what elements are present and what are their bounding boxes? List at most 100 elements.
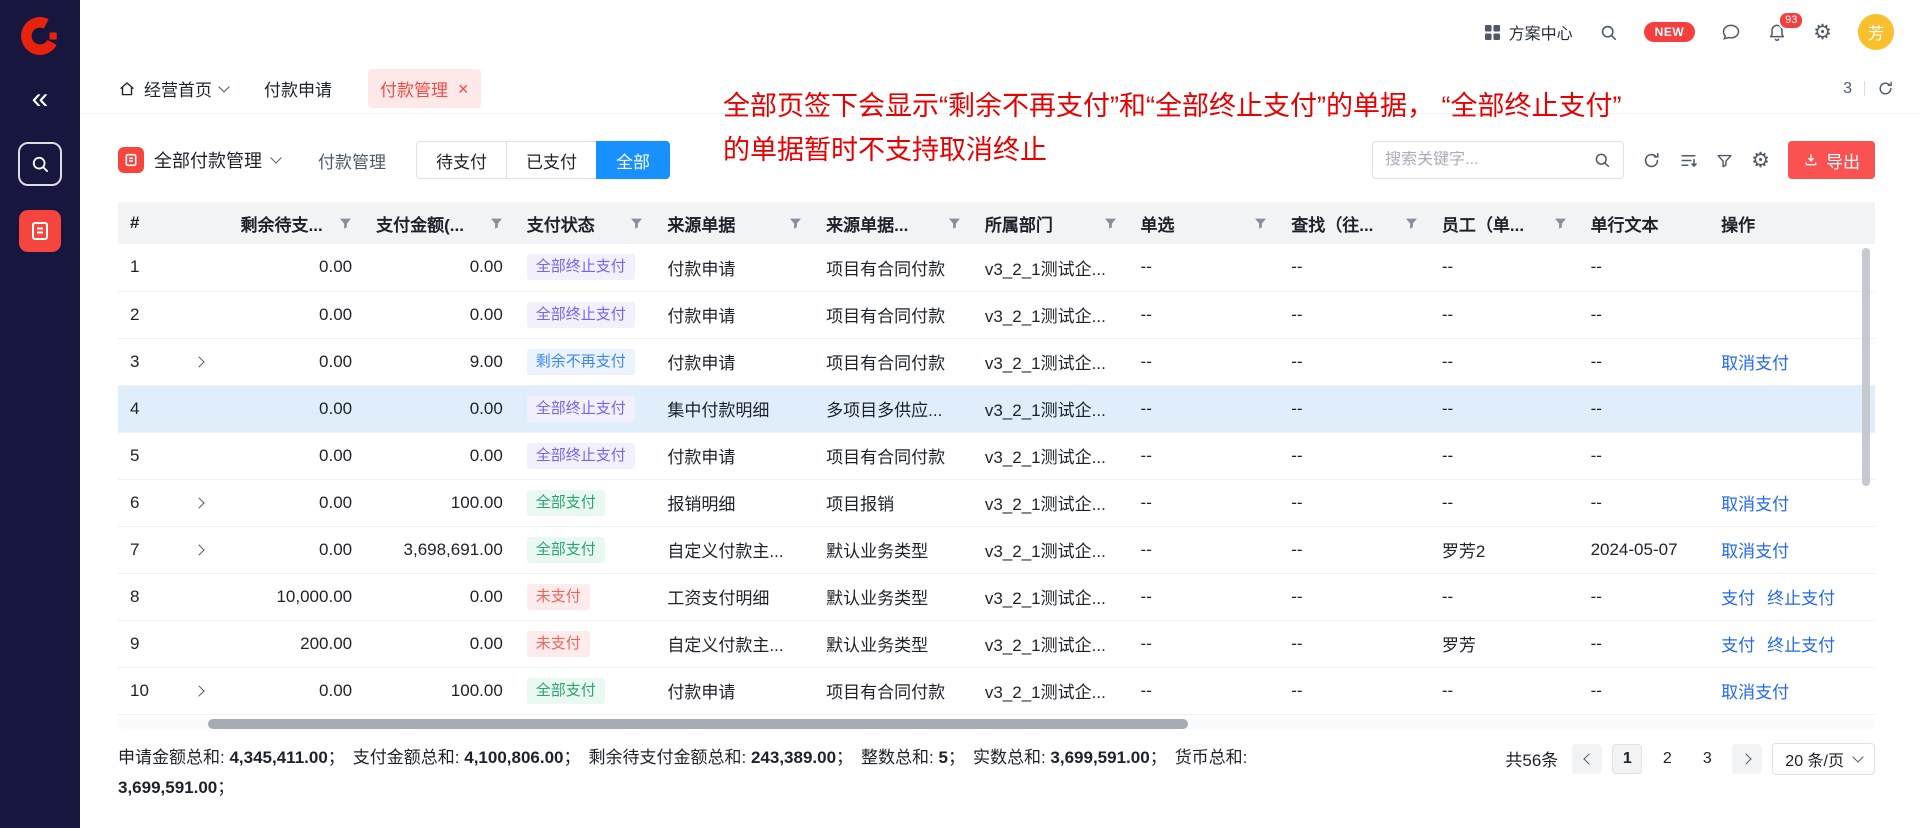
filter-icon[interactable] (490, 217, 503, 230)
row-number: 3 (130, 352, 139, 372)
export-button[interactable]: 导出 (1788, 141, 1875, 179)
user-avatar[interactable]: 芳 (1858, 14, 1894, 50)
filter-icon[interactable] (630, 217, 643, 230)
pagination-next-button[interactable] (1732, 744, 1762, 774)
column-header-actions[interactable]: 操作 (1709, 202, 1875, 244)
segment-pending[interactable]: 待支付 (416, 141, 507, 179)
tab-payment-request[interactable]: 付款申请 (264, 76, 332, 101)
settings-button[interactable]: ⚙ (1813, 22, 1832, 43)
filter-icon[interactable] (1254, 217, 1267, 230)
sidebar-collapse-button[interactable]: « (32, 84, 49, 114)
filter-button[interactable] (1716, 152, 1733, 169)
pagination-page-2[interactable]: 2 (1652, 744, 1682, 774)
display-density-button[interactable] (1679, 151, 1698, 170)
cell-source: 付款申请 (655, 667, 814, 714)
segment-all[interactable]: 全部 (596, 141, 670, 179)
column-header-remaining[interactable]: 剩余待支... (229, 202, 365, 244)
action-cancel-payment[interactable]: 取消支付 (1721, 349, 1789, 374)
column-header-text[interactable]: 单行文本 (1579, 202, 1710, 244)
horizontal-scrollbar-track[interactable] (118, 719, 1875, 729)
messages-button[interactable] (1721, 22, 1741, 42)
row-number: 9 (130, 634, 139, 654)
status-badge: 剩余不再支付 (527, 349, 635, 375)
tab-payment-management[interactable]: 付款管理 × (368, 69, 481, 108)
table-settings-button[interactable]: ⚙ (1751, 150, 1770, 171)
breadcrumb-home[interactable]: 经营首页 (118, 76, 228, 101)
vertical-scrollbar[interactable] (1862, 248, 1870, 486)
horizontal-scrollbar-thumb[interactable] (208, 719, 1188, 729)
expand-icon[interactable] (193, 497, 204, 508)
action-terminate-payment[interactable]: 终止支付 (1767, 631, 1835, 656)
action-terminate-payment[interactable]: 终止支付 (1767, 584, 1835, 609)
cell-row-number: 8 (118, 573, 229, 620)
table-footer: 申请金额总和: 4,345,411.00；支付金额总和: 4,100,806.0… (118, 743, 1875, 803)
table-row[interactable]: 9200.000.00未支付自定义付款主...默认业务类型v3_2_1测试企..… (118, 620, 1875, 667)
column-header-paid[interactable]: 支付金额(... (364, 202, 515, 244)
action-pay[interactable]: 支付 (1721, 631, 1755, 656)
pagination-page-3[interactable]: 3 (1692, 744, 1722, 774)
expand-icon[interactable] (193, 356, 204, 367)
column-header-num[interactable]: # (118, 202, 229, 244)
filter-icon[interactable] (1554, 217, 1567, 230)
action-cancel-payment[interactable]: 取消支付 (1721, 678, 1789, 703)
cell-actions (1709, 432, 1875, 479)
expand-icon[interactable] (193, 685, 204, 696)
page-tabs-bar: 经营首页 付款申请 付款管理 × 3 (80, 64, 1920, 114)
sidebar-search-button[interactable] (18, 142, 62, 186)
close-icon[interactable]: × (458, 82, 469, 96)
sidebar: « (0, 0, 80, 828)
cell-text: -- (1579, 244, 1710, 291)
status-badge: 未支付 (527, 631, 590, 657)
column-header-status[interactable]: 支付状态 (515, 202, 656, 244)
filter-icon[interactable] (339, 217, 352, 230)
action-cancel-payment[interactable]: 取消支付 (1721, 490, 1789, 515)
table-row[interactable]: 30.009.00剩余不再支付付款申请项目有合同付款v3_2_1测试企...--… (118, 338, 1875, 385)
global-search-button[interactable] (1599, 23, 1618, 42)
table-row[interactable]: 40.000.00全部终止支付集中付款明细多项目多供应...v3_2_1测试企.… (118, 385, 1875, 432)
table-row[interactable]: 60.00100.00全部支付报销明细项目报销v3_2_1测试企...-----… (118, 479, 1875, 526)
filter-icon[interactable] (1104, 217, 1117, 230)
summary-separator: ； (564, 748, 581, 767)
table-row[interactable]: 100.00100.00全部支付付款申请项目有合同付款v3_2_1测试企...-… (118, 667, 1875, 714)
column-header-source[interactable]: 来源单据 (655, 202, 814, 244)
segment-paid[interactable]: 已支付 (506, 141, 597, 179)
refresh-button[interactable] (1642, 151, 1661, 170)
cell-paid-amount: 0.00 (364, 620, 515, 667)
cell-source: 付款申请 (655, 338, 814, 385)
plan-center-button[interactable]: 方案中心 (1484, 20, 1573, 44)
table-row[interactable]: 70.003,698,691.00全部支付自定义付款主...默认业务类型v3_2… (118, 526, 1875, 573)
search-input[interactable] (1385, 151, 1585, 169)
filter-icon[interactable] (789, 217, 802, 230)
page-size-select[interactable]: 20 条/页 (1772, 743, 1875, 775)
cell-source: 付款申请 (655, 244, 814, 291)
action-cancel-payment[interactable]: 取消支付 (1721, 537, 1789, 562)
table-row[interactable]: 50.000.00全部终止支付付款申请项目有合同付款v3_2_1测试企...--… (118, 432, 1875, 479)
column-header-radio[interactable]: 单选 (1129, 202, 1280, 244)
column-header-source_type[interactable]: 来源单据... (814, 202, 973, 244)
column-header-department[interactable]: 所属部门 (973, 202, 1129, 244)
data-table: # 剩余待支...支付金额(...支付状态来源单据来源单据...所属部门单选查找（… (118, 202, 1875, 715)
logo-c-icon (19, 15, 61, 57)
search-box[interactable] (1372, 141, 1624, 179)
action-pay[interactable]: 支付 (1721, 584, 1755, 609)
column-header-lookup[interactable]: 查找（往... (1279, 202, 1430, 244)
sidebar-item-payment-module[interactable] (19, 210, 61, 252)
expand-icon[interactable] (193, 544, 204, 555)
cell-source: 报销明细 (655, 479, 814, 526)
content: 全部付款管理 付款管理 待支付已支付全部 (80, 114, 1920, 828)
column-label: # (130, 213, 139, 233)
cell-remaining-amount: 0.00 (229, 432, 365, 479)
column-header-employee[interactable]: 员工（单... (1430, 202, 1579, 244)
search-icon[interactable] (1593, 151, 1611, 169)
filter-icon[interactable] (1405, 217, 1418, 230)
notifications-button[interactable]: 93 (1767, 22, 1787, 42)
new-badge[interactable]: NEW (1644, 22, 1696, 42)
table-row[interactable]: 20.000.00全部终止支付付款申请项目有合同付款v3_2_1测试企...--… (118, 291, 1875, 338)
pagination-prev-button[interactable] (1572, 744, 1602, 774)
refresh-tabs-button[interactable] (1877, 80, 1894, 97)
pagination-page-1[interactable]: 1 (1612, 744, 1642, 774)
filter-icon[interactable] (948, 217, 961, 230)
table-row[interactable]: 810,000.000.00未支付工资支付明细默认业务类型v3_2_1测试企..… (118, 573, 1875, 620)
table-row[interactable]: 10.000.00全部终止支付付款申请项目有合同付款v3_2_1测试企...--… (118, 244, 1875, 291)
view-selector[interactable]: 全部付款管理 (118, 147, 280, 173)
